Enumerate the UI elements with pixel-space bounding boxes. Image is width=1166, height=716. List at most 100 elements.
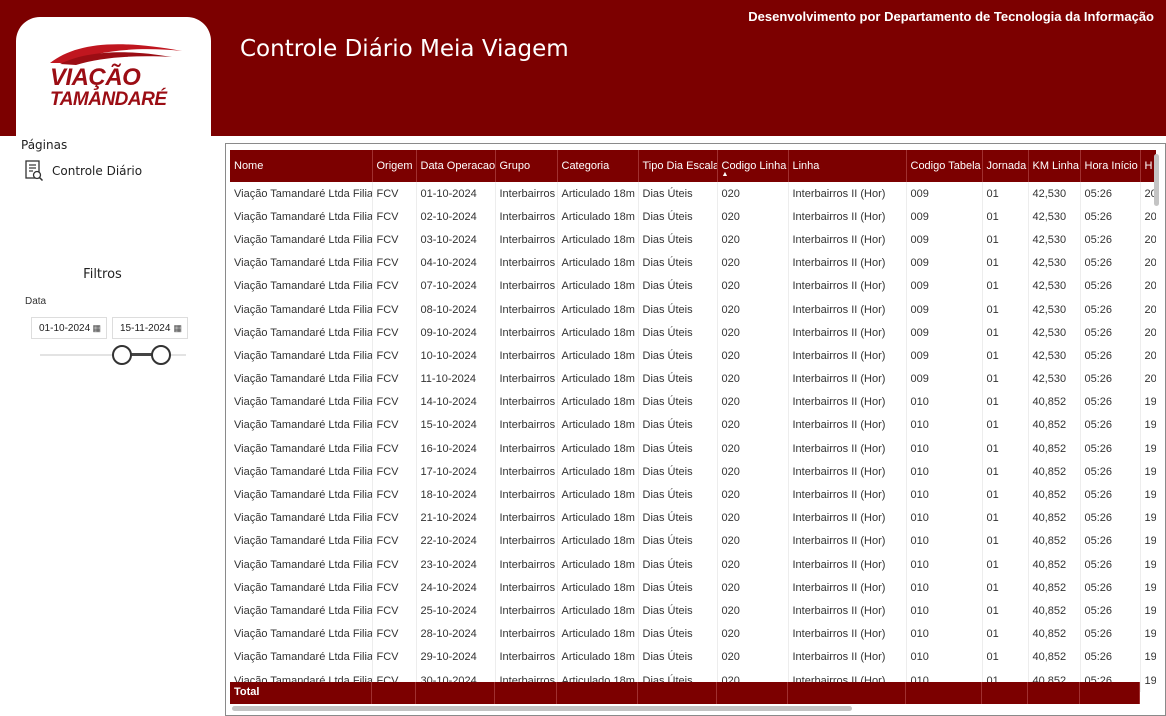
table-cell: 40,852 xyxy=(1028,576,1081,600)
column-header-label: Data Operacao xyxy=(420,160,495,172)
table-cell: Interbairros xyxy=(495,413,558,438)
table-cell: Interbairros xyxy=(495,529,558,553)
table-cell: 42,530 xyxy=(1028,228,1081,252)
table-cell: Interbairros xyxy=(495,321,558,345)
table-cell: 01 xyxy=(982,553,1029,577)
total-cell xyxy=(906,682,982,704)
date-end-input[interactable]: 15-11-2024 ▦ xyxy=(112,317,188,339)
table-cell: Dias Úteis xyxy=(638,529,718,553)
table-row[interactable]: Viação Tamandaré Ltda Filial FCV 15-10-202… xyxy=(230,413,1156,438)
date-slider-end-handle[interactable] xyxy=(151,345,171,365)
column-header[interactable]: Grupo xyxy=(495,150,558,182)
table-cell: 01 xyxy=(982,251,1029,275)
table-row[interactable]: Viação Tamandaré Ltda Filial FCV 10-10-202… xyxy=(230,344,1156,368)
table-row[interactable]: Viação Tamandaré Ltda Filial FCV 08-10-202… xyxy=(230,297,1156,322)
table-row[interactable]: Viação Tamandaré Ltda Filial FCV 14-10-202… xyxy=(230,390,1156,414)
vertical-scrollbar[interactable] xyxy=(1154,154,1159,206)
table-cell: 05:26 xyxy=(1080,251,1141,275)
total-cell xyxy=(1080,682,1140,704)
table-cell: 01 xyxy=(982,228,1029,252)
table-row[interactable]: Viação Tamandaré Ltda Filial FCV 09-10-202… xyxy=(230,321,1156,345)
table-cell: 19 xyxy=(1140,460,1156,484)
table-cell: Viação Tamandaré Ltda Filial xyxy=(230,413,373,438)
table-cell: Interbairros xyxy=(495,506,558,530)
table-row[interactable]: Viação Tamandaré Ltda Filial FCV 04-10-202… xyxy=(230,251,1156,275)
table-cell: FCV xyxy=(372,460,417,484)
table-cell: 29-10-2024 xyxy=(416,645,496,669)
table-cell: 010 xyxy=(906,506,983,530)
column-header[interactable]: Codigo Tabela xyxy=(906,150,983,182)
table-cell: Viação Tamandaré Ltda Filial xyxy=(230,460,373,484)
table-row[interactable]: Viação Tamandaré Ltda Filial FCV 02-10-202… xyxy=(230,205,1156,229)
table-row[interactable]: Viação Tamandaré Ltda Filial FCV 23-10-202… xyxy=(230,553,1156,577)
table-cell: Interbairros xyxy=(495,251,558,275)
column-header-label: Grupo xyxy=(499,160,531,172)
horizontal-scrollbar[interactable] xyxy=(232,706,852,711)
table-cell: Articulado 18m xyxy=(557,576,639,600)
table-row[interactable]: Viação Tamandaré Ltda Filial FCV 16-10-202… xyxy=(230,437,1156,461)
table-cell: Viação Tamandaré Ltda Filial xyxy=(230,529,373,553)
table-cell: 24-10-2024 xyxy=(416,576,496,600)
date-start-input[interactable]: 01-10-2024 ▦ xyxy=(31,317,107,339)
table-row[interactable]: Viação Tamandaré Ltda Filial FCV 11-10-202… xyxy=(230,367,1156,391)
table-cell: 01 xyxy=(982,344,1029,368)
table-cell: 40,852 xyxy=(1028,390,1081,414)
table-cell: Interbairros xyxy=(495,460,558,484)
column-header[interactable]: Data Operacao xyxy=(416,150,496,182)
table-cell: Dias Úteis xyxy=(638,645,718,669)
table-cell: Viação Tamandaré Ltda Filial xyxy=(230,599,373,623)
table-row[interactable]: Viação Tamandaré Ltda Filial FCV 03-10-202… xyxy=(230,228,1156,252)
table-cell: FCV xyxy=(372,599,417,623)
table-cell: 01 xyxy=(982,483,1029,507)
column-header[interactable]: Tipo Dia Escala xyxy=(638,150,718,182)
table-cell: 11-10-2024 xyxy=(416,367,496,391)
column-header[interactable]: Jornada xyxy=(982,150,1029,182)
column-header-label: Codigo Linha xyxy=(721,160,787,172)
calendar-icon[interactable]: ▦ xyxy=(92,323,101,334)
column-header-label: Nome xyxy=(234,160,264,172)
column-header-label: Linha xyxy=(792,160,820,172)
table-cell: 01-10-2024 xyxy=(416,182,496,206)
table-cell: Articulado 18m xyxy=(557,437,639,461)
table-cell: Interbairros II (Hor) xyxy=(788,529,907,553)
table-cell: Viação Tamandaré Ltda Filial xyxy=(230,344,373,368)
pages-heading: Páginas xyxy=(21,138,68,152)
table-cell: 01 xyxy=(982,274,1029,298)
table-cell: FCV xyxy=(372,622,417,646)
table-cell: Interbairros II (Hor) xyxy=(788,251,907,275)
table-cell: 05:26 xyxy=(1080,529,1141,553)
column-header-label: Categoria xyxy=(561,160,610,172)
table-cell: 05:26 xyxy=(1080,413,1141,438)
calendar-icon[interactable]: ▦ xyxy=(173,323,182,334)
table-row[interactable]: Viação Tamandaré Ltda Filial FCV 07-10-202… xyxy=(230,274,1156,298)
table-row[interactable]: Viação Tamandaré Ltda Filial FCV 01-10-202… xyxy=(230,182,1156,206)
column-header[interactable]: Origem xyxy=(372,150,417,182)
sidebar-item-controle-diario[interactable]: Controle Diário xyxy=(24,160,142,182)
logo-text-line1: VIAÇÃO xyxy=(50,64,141,91)
table-cell: 19 xyxy=(1140,576,1156,600)
table-row[interactable]: Viação Tamandaré Ltda Filial FCV 22-10-202… xyxy=(230,529,1156,553)
table-row[interactable]: Viação Tamandaré Ltda Filial FCV 28-10-202… xyxy=(230,622,1156,646)
table-row[interactable]: Viação Tamandaré Ltda Filial FCV 24-10-202… xyxy=(230,576,1156,600)
table-cell: 40,852 xyxy=(1028,483,1081,507)
date-slider-start-handle[interactable] xyxy=(112,345,132,365)
column-header[interactable]: KM Linha xyxy=(1028,150,1081,182)
column-header[interactable]: Categoria xyxy=(557,150,639,182)
table-cell: Dias Úteis xyxy=(638,182,718,206)
table-row[interactable]: Viação Tamandaré Ltda Filial FCV 29-10-202… xyxy=(230,645,1156,669)
table-cell: Interbairros xyxy=(495,182,558,206)
table-cell: 28-10-2024 xyxy=(416,622,496,646)
filters-title: Filtros xyxy=(83,267,122,282)
table-cell: Articulado 18m xyxy=(557,553,639,577)
column-header[interactable]: Codigo Linha ▲ xyxy=(717,150,789,182)
table-row[interactable]: Viação Tamandaré Ltda Filial FCV 18-10-202… xyxy=(230,483,1156,507)
column-header[interactable]: Hora Início xyxy=(1080,150,1141,182)
column-header[interactable]: Nome xyxy=(230,150,373,182)
table-row[interactable]: Viação Tamandaré Ltda Filial FCV 25-10-202… xyxy=(230,599,1156,623)
column-header[interactable]: Linha xyxy=(788,150,907,182)
developer-credit: Desenvolvimento por Departamento de Tecn… xyxy=(748,9,1154,24)
table-row[interactable]: Viação Tamandaré Ltda Filial FCV 21-10-202… xyxy=(230,506,1156,530)
table-cell: 020 xyxy=(717,483,789,507)
table-row[interactable]: Viação Tamandaré Ltda Filial FCV 17-10-202… xyxy=(230,460,1156,484)
table-cell: 42,530 xyxy=(1028,274,1081,298)
